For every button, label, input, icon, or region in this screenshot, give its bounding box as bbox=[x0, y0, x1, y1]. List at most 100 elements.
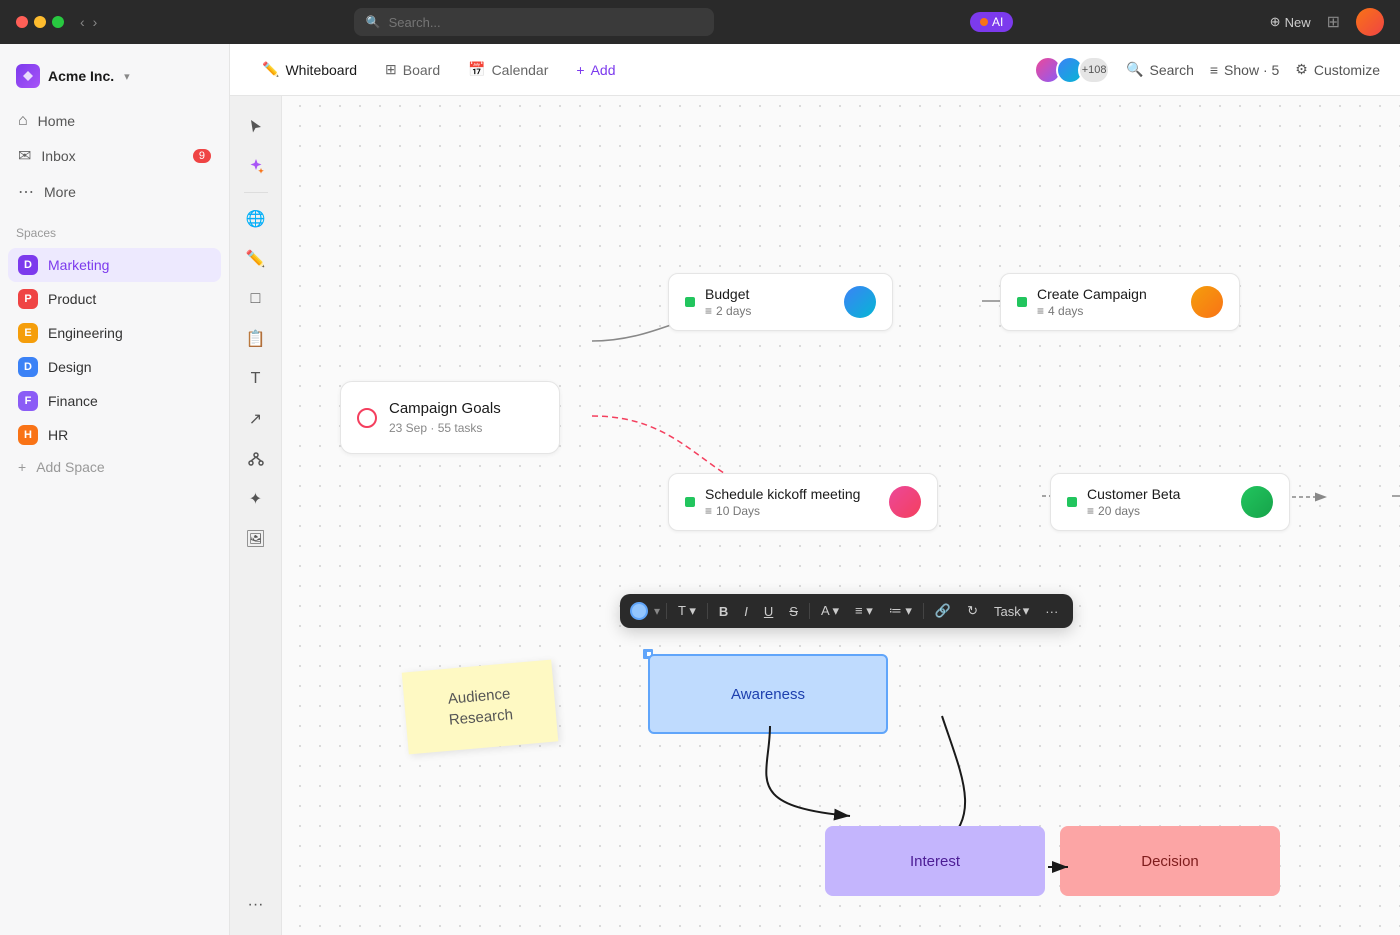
image-tool[interactable]: 🖼 bbox=[238, 521, 274, 557]
app-shell: Acme Inc. ▾ ⌂ Home ✉ Inbox 9 ⋯ More Spac… bbox=[0, 44, 1400, 935]
bold-button[interactable]: B bbox=[714, 601, 733, 622]
sticky-note-text: Audience Research bbox=[447, 685, 513, 728]
customer-beta-node[interactable]: Customer Beta ≡ 20 days bbox=[1050, 473, 1290, 531]
sticky-note[interactable]: Audience Research bbox=[402, 660, 559, 755]
ai-dot bbox=[980, 18, 988, 26]
sidebar-item-more[interactable]: ⋯ More bbox=[8, 174, 221, 210]
ai-tool[interactable] bbox=[238, 148, 274, 184]
add-space-button[interactable]: + Add Space bbox=[8, 452, 221, 482]
customize-label: Customize bbox=[1314, 62, 1380, 78]
space-dot-design: D bbox=[18, 357, 38, 377]
align-button[interactable]: ≡ ▾ bbox=[850, 600, 878, 622]
more-label: More bbox=[44, 184, 76, 200]
new-button[interactable]: ⊕ New bbox=[1270, 14, 1311, 30]
plus-icon: ⊕ bbox=[1270, 14, 1281, 30]
create-campaign-node[interactable]: Create Campaign ≡ 4 days bbox=[1000, 273, 1240, 331]
schedule-status-dot bbox=[685, 497, 695, 507]
avatar-count: +108 bbox=[1078, 56, 1110, 84]
network-tool[interactable] bbox=[238, 441, 274, 477]
color-picker[interactable] bbox=[630, 602, 648, 620]
plus-icon: + bbox=[18, 459, 26, 475]
search-icon: 🔍 bbox=[1126, 61, 1143, 78]
sidebar-item-marketing[interactable]: D Marketing bbox=[8, 248, 221, 282]
link-button[interactable]: 🔗 bbox=[930, 600, 956, 622]
ai-badge[interactable]: AI bbox=[970, 12, 1013, 32]
format-toolbar: ▾ T ▾ B I U S A ▾ ≡ ▾ ≔ ▾ 🔗 ↻ Task ▾ bbox=[620, 594, 1073, 628]
spaces-list: D Marketing P Product E Engineering D De… bbox=[0, 248, 229, 452]
sidebar-item-hr[interactable]: H HR bbox=[8, 418, 221, 452]
show-label: Show · 5 bbox=[1224, 62, 1279, 78]
tab-calendar-label: Calendar bbox=[492, 62, 549, 78]
forward-arrow[interactable]: › bbox=[93, 14, 98, 30]
sidebar-item-inbox[interactable]: ✉ Inbox 9 bbox=[8, 138, 221, 174]
lines-icon: ≡ bbox=[1087, 504, 1094, 518]
topbar-right: +108 🔍 Search ≡ Show · 5 ⚙ Customize bbox=[1034, 56, 1380, 84]
refresh-button[interactable]: ↻ bbox=[962, 600, 983, 622]
lines-icon: ≡ bbox=[1037, 304, 1044, 318]
lines-icon: ≡ bbox=[705, 304, 712, 318]
task-button[interactable]: Task ▾ bbox=[989, 600, 1034, 622]
back-arrow[interactable]: ‹ bbox=[80, 14, 85, 30]
after-customer-beta-arrow bbox=[1292, 489, 1342, 509]
minimize-dot[interactable] bbox=[34, 16, 46, 28]
list-button[interactable]: ≔ ▾ bbox=[884, 600, 917, 622]
search-input[interactable] bbox=[389, 15, 702, 30]
customize-button[interactable]: ⚙ Customize bbox=[1295, 61, 1380, 78]
sidebar-item-design[interactable]: D Design bbox=[8, 350, 221, 384]
font-button[interactable]: T ▾ bbox=[673, 600, 701, 622]
space-label-product: Product bbox=[48, 291, 96, 307]
italic-button[interactable]: I bbox=[739, 601, 753, 622]
decision-node[interactable]: Decision bbox=[1060, 826, 1280, 896]
new-label: New bbox=[1285, 15, 1311, 30]
magic-tool[interactable]: ✦ bbox=[238, 481, 274, 517]
user-avatar[interactable] bbox=[1356, 8, 1384, 36]
canvas[interactable]: 🌐 ✏️ □ 📋 T ↗ ✦ 🖼 ··· bbox=[230, 96, 1400, 935]
space-label-finance: Finance bbox=[48, 393, 98, 409]
pen-tool[interactable]: ✏️ bbox=[238, 241, 274, 277]
select-tool[interactable] bbox=[238, 108, 274, 144]
close-dot[interactable] bbox=[16, 16, 28, 28]
tab-add[interactable]: + Add bbox=[564, 54, 627, 86]
tab-board[interactable]: ⊞ Board bbox=[373, 53, 452, 86]
spaces-section-label: Spaces bbox=[0, 210, 229, 248]
connect-tool[interactable]: ↗ bbox=[238, 401, 274, 437]
text-tool[interactable]: T bbox=[238, 361, 274, 397]
schedule-info: Schedule kickoff meeting ≡ 10 Days bbox=[705, 486, 879, 518]
shape-tool[interactable]: □ bbox=[238, 281, 274, 317]
tab-whiteboard[interactable]: ✏️ Whiteboard bbox=[250, 53, 369, 86]
tab-calendar[interactable]: 📅 Calendar bbox=[456, 53, 560, 86]
globe-tool[interactable]: 🌐 bbox=[238, 201, 274, 237]
sidebar-nav: ⌂ Home ✉ Inbox 9 ⋯ More bbox=[0, 104, 229, 210]
show-button[interactable]: ≡ Show · 5 bbox=[1210, 62, 1279, 78]
sidebar-item-product[interactable]: P Product bbox=[8, 282, 221, 316]
maximize-dot[interactable] bbox=[52, 16, 64, 28]
schedule-node[interactable]: Schedule kickoff meeting ≡ 10 Days bbox=[668, 473, 938, 531]
campaign-goals-node[interactable]: Campaign Goals 23 Sep · 55 tasks bbox=[340, 381, 560, 454]
note-tool[interactable]: 📋 bbox=[238, 321, 274, 357]
more-format-button[interactable]: ··· bbox=[1040, 601, 1063, 622]
interest-node[interactable]: Interest bbox=[825, 826, 1045, 896]
plus-icon: + bbox=[576, 62, 584, 78]
sidebar-item-engineering[interactable]: E Engineering bbox=[8, 316, 221, 350]
space-dot-finance: F bbox=[18, 391, 38, 411]
strike-button[interactable]: S bbox=[784, 601, 803, 622]
sidebar-item-finance[interactable]: F Finance bbox=[8, 384, 221, 418]
grid-icon[interactable]: ⊞ bbox=[1327, 12, 1340, 32]
chevron-icon: ▾ bbox=[654, 604, 660, 618]
sidebar-item-home[interactable]: ⌂ Home bbox=[8, 104, 221, 138]
show-icon: ≡ bbox=[1210, 62, 1218, 78]
font-color-button[interactable]: A ▾ bbox=[816, 600, 844, 622]
brand[interactable]: Acme Inc. ▾ bbox=[0, 56, 229, 104]
home-label: Home bbox=[38, 113, 75, 129]
titlebar-search[interactable]: 🔍 bbox=[354, 8, 714, 36]
gear-icon: ⚙ bbox=[1295, 61, 1308, 78]
avatar-group: +108 bbox=[1034, 56, 1110, 84]
divider bbox=[809, 603, 810, 619]
inbox-label: Inbox bbox=[41, 148, 75, 164]
more-tools[interactable]: ··· bbox=[238, 887, 274, 923]
awareness-node[interactable]: Awareness bbox=[648, 654, 888, 734]
underline-button[interactable]: U bbox=[759, 601, 778, 622]
budget-node[interactable]: Budget ≡ 2 days bbox=[668, 273, 893, 331]
search-button[interactable]: 🔍 Search bbox=[1126, 61, 1194, 78]
create-campaign-status-dot bbox=[1017, 297, 1027, 307]
